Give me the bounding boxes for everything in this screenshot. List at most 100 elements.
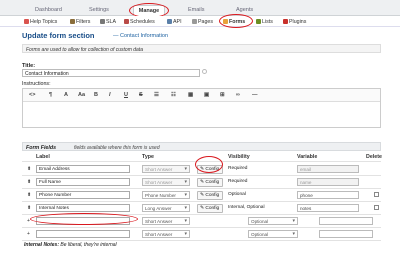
top-nav: Dashboard Settings Manage Emails Agents: [0, 0, 400, 16]
help-circle-icon[interactable]: [202, 69, 207, 74]
code-view-button[interactable]: <>: [29, 92, 35, 98]
text-color-button[interactable]: A: [64, 92, 68, 98]
config-label: Config: [205, 179, 220, 185]
horizontal-rule-button[interactable]: —: [252, 92, 258, 98]
instructions-label: Instructions:: [22, 81, 51, 87]
variable-input[interactable]: notes: [297, 204, 359, 212]
image-button[interactable]: ▦: [188, 92, 193, 98]
visibility-text: Required: [228, 179, 248, 184]
field-label-input[interactable]: [36, 217, 130, 225]
field-type-select[interactable]: Short Answer: [142, 217, 190, 225]
field-type-select[interactable]: Phone Number: [142, 191, 190, 199]
strikethrough-button[interactable]: S: [139, 92, 143, 98]
field-label-input[interactable]: [36, 230, 130, 238]
variable-input[interactable]: [319, 217, 373, 225]
field-type-select[interactable]: Short Answer: [142, 230, 190, 238]
help-icon: [24, 19, 29, 24]
field-label-input[interactable]: Full Name: [36, 178, 130, 186]
sub-nav: Help Topics Filters SLA Schedules API Pa…: [0, 16, 400, 27]
drag-handle-icon[interactable]: ⬍: [27, 205, 31, 211]
visibility-text: Internal, Optional: [228, 205, 265, 210]
subnav-sla[interactable]: SLA: [100, 18, 116, 25]
subnav-label: SLA: [106, 18, 117, 25]
subnav-label: Forms: [229, 18, 246, 25]
subnav-plugins[interactable]: Plugins: [283, 18, 306, 25]
row-divider: [22, 188, 381, 189]
subnav-forms[interactable]: Forms: [223, 18, 245, 25]
tab-emails[interactable]: Emails: [188, 7, 205, 16]
variable-input[interactable]: phone: [297, 191, 359, 199]
tab-dashboard[interactable]: Dashboard: [35, 7, 62, 16]
subnav-label: Help Topics: [30, 18, 58, 25]
bold-button[interactable]: B: [94, 92, 98, 98]
row-divider: [22, 227, 381, 228]
row-divider: [22, 201, 381, 202]
delete-checkbox[interactable]: [374, 205, 379, 210]
config-button[interactable]: ✎ Config: [197, 190, 223, 200]
subnav-label: API: [173, 18, 182, 25]
subnav-filters[interactable]: Filters: [70, 18, 90, 25]
row-divider: [22, 214, 381, 215]
ordered-list-button[interactable]: ☷: [171, 92, 176, 98]
field-type-select[interactable]: Long Answer: [142, 204, 190, 212]
col-delete: Delete: [366, 154, 382, 160]
paragraph-button[interactable]: ¶: [49, 92, 52, 98]
subnav-schedules[interactable]: Schedules: [124, 18, 155, 25]
forms-icon: [223, 19, 228, 24]
tab-manage[interactable]: Manage: [133, 5, 165, 16]
font-size-button[interactable]: Aa: [78, 92, 85, 98]
row-divider: [22, 175, 381, 176]
config-button[interactable]: ✎ Config: [197, 177, 223, 187]
instructions-editor[interactable]: <> ¶ A Aa B I U S ☰ ☷ ▦ ▣ ⊞ ∞ —: [22, 88, 381, 128]
config-label: Config: [205, 166, 220, 172]
visibility-select[interactable]: Optional: [248, 230, 298, 238]
subnav-help-topics[interactable]: Help Topics: [24, 18, 57, 25]
drag-handle-icon[interactable]: ⬍: [27, 192, 31, 198]
delete-checkbox[interactable]: [374, 192, 379, 197]
subnav-pages[interactable]: Pages: [192, 18, 213, 25]
col-type: Type: [142, 154, 154, 160]
field-type-select: Short Answer: [142, 165, 190, 173]
filter-icon: [70, 19, 75, 24]
subnav-lists[interactable]: Lists: [256, 18, 273, 25]
field-label-input[interactable]: Email Address: [36, 165, 130, 173]
italic-button[interactable]: I: [109, 92, 111, 98]
list-icon: [256, 19, 261, 24]
subnav-api[interactable]: API: [167, 18, 182, 25]
section-link[interactable]: — Contact Information: [113, 33, 168, 39]
calendar-icon: [124, 19, 129, 24]
video-button[interactable]: ▣: [204, 92, 209, 98]
api-icon: [167, 19, 172, 24]
table-button[interactable]: ⊞: [220, 92, 225, 98]
visibility-text: Optional: [228, 192, 246, 197]
info-notice: Forms are used to allow for collection o…: [22, 44, 381, 53]
tab-agents[interactable]: Agents: [236, 7, 253, 16]
config-button[interactable]: ✎ Config: [197, 164, 223, 174]
drag-handle-icon[interactable]: ⬍: [27, 179, 31, 185]
field-label-input[interactable]: Phone Number: [36, 191, 130, 199]
field-label-input[interactable]: Internal Notes: [36, 204, 130, 212]
unordered-list-button[interactable]: ☰: [154, 92, 159, 98]
add-icon: +: [27, 218, 30, 224]
notice-text: Forms are used to allow for collection o…: [26, 46, 143, 53]
subnav-label: Plugins: [289, 18, 307, 25]
subnav-label: Filters: [76, 18, 91, 25]
form-fields-header: Form Fields fields available where this …: [22, 142, 381, 151]
title-input[interactable]: Contact Information: [22, 69, 200, 77]
footer-note-text: Be liberal, they're internal: [60, 242, 117, 248]
form-fields-title: Form Fields: [26, 144, 57, 151]
tab-settings[interactable]: Settings: [89, 7, 109, 16]
config-label: Config: [205, 205, 220, 211]
visibility-select[interactable]: Optional: [248, 217, 298, 225]
link-button[interactable]: ∞: [236, 92, 240, 98]
editor-toolbar: <> ¶ A Aa B I U S ☰ ☷ ▦ ▣ ⊞ ∞ —: [23, 89, 380, 102]
col-visibility: Visibility: [228, 154, 250, 160]
form-fields-subtitle: fields available where this form is used: [74, 144, 160, 151]
add-icon: +: [27, 231, 30, 237]
drag-handle-icon[interactable]: ⬍: [27, 166, 31, 172]
variable-input[interactable]: [319, 230, 373, 238]
underline-button[interactable]: U: [124, 92, 128, 98]
config-button[interactable]: ✎ Config: [197, 203, 223, 213]
variable-input: name: [297, 178, 359, 186]
subnav-label: Pages: [198, 18, 214, 25]
